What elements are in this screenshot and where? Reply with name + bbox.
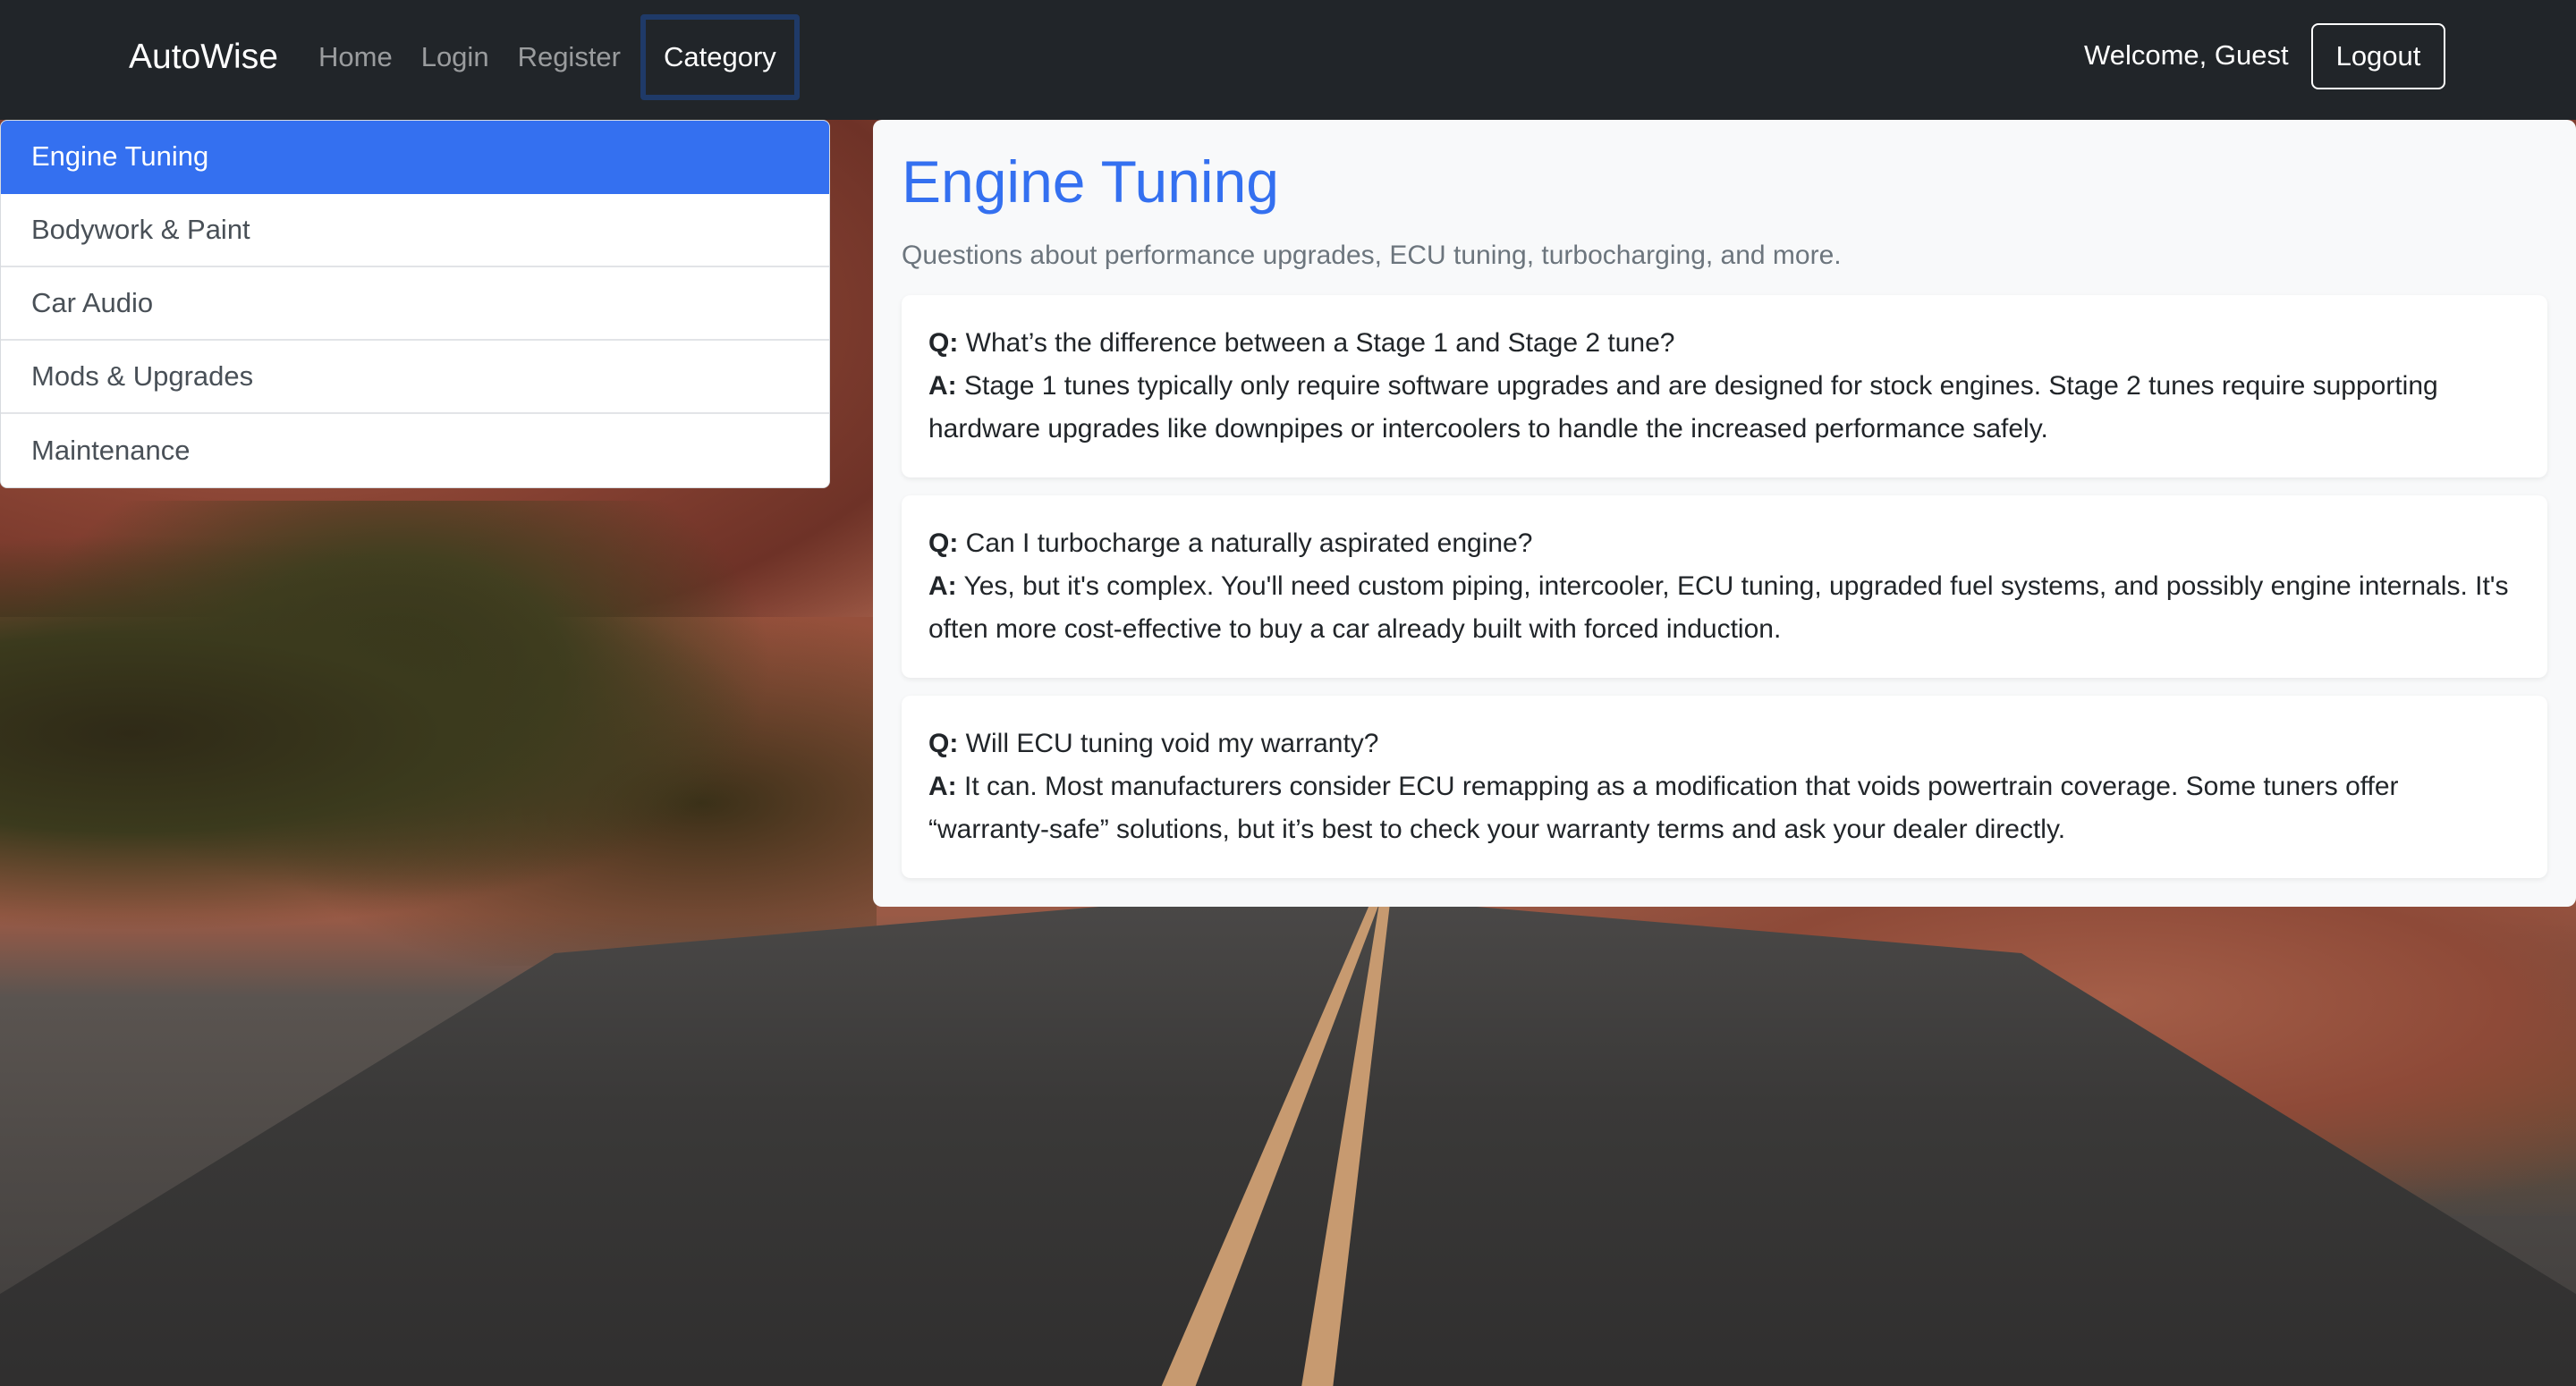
nav-link-home[interactable]: Home [304, 14, 407, 100]
answer-prefix: A: [928, 371, 957, 401]
question-text: Can I turbocharge a naturally aspirated … [965, 528, 1533, 558]
nav-links: Home Login Register Category [304, 14, 800, 100]
question-text: Will ECU tuning void my warranty? [965, 729, 1379, 758]
welcome-text: Welcome, Guest [2084, 39, 2289, 71]
sidebar-item-bodywork-paint[interactable]: Bodywork & Paint [1, 194, 829, 267]
faq-card: Q: Can I turbocharge a naturally aspirat… [902, 495, 2547, 678]
faq-answer: A: Stage 1 tunes typically only require … [928, 365, 2521, 451]
page-subtitle: Questions about performance upgrades, EC… [902, 241, 1842, 270]
answer-text: It can. Most manufacturers consider ECU … [928, 772, 2399, 844]
answer-prefix: A: [928, 772, 957, 801]
sidebar-item-car-audio[interactable]: Car Audio [1, 267, 829, 341]
answer-text: Stage 1 tunes typically only require sof… [928, 371, 2438, 444]
question-text: What’s the difference between a Stage 1 … [965, 328, 1675, 358]
question-prefix: Q: [928, 729, 959, 758]
faq-answer: A: Yes, but it's complex. You'll need cu… [928, 565, 2521, 651]
nav-link-login[interactable]: Login [407, 14, 504, 100]
faq-question: Q: What’s the difference between a Stage… [928, 322, 2521, 365]
logout-button[interactable]: Logout [2311, 23, 2445, 89]
faq-answer: A: It can. Most manufacturers consider E… [928, 765, 2521, 851]
answer-prefix: A: [928, 571, 957, 601]
category-content-panel: Engine Tuning Questions about performanc… [873, 120, 2576, 907]
background-desert-bushes [0, 501, 877, 966]
faq-card: Q: What’s the difference between a Stage… [902, 295, 2547, 477]
sidebar-item-maintenance[interactable]: Maintenance [1, 414, 829, 487]
sidebar-item-mods-upgrades[interactable]: Mods & Upgrades [1, 341, 829, 414]
faq-question: Q: Will ECU tuning void my warranty? [928, 723, 2521, 765]
question-prefix: Q: [928, 328, 959, 358]
answer-text: Yes, but it's complex. You'll need custo… [928, 571, 2509, 644]
faq-question: Q: Can I turbocharge a naturally aspirat… [928, 522, 2521, 565]
nav-link-category[interactable]: Category [640, 14, 800, 100]
brand-logo[interactable]: AutoWise [129, 33, 278, 81]
sidebar-item-engine-tuning[interactable]: Engine Tuning [1, 121, 829, 194]
nav-link-register[interactable]: Register [504, 14, 635, 100]
category-sidebar: Engine Tuning Bodywork & Paint Car Audio… [0, 120, 830, 488]
question-prefix: Q: [928, 528, 959, 558]
faq-card: Q: Will ECU tuning void my warranty? A: … [902, 696, 2547, 878]
page-title: Engine Tuning [902, 148, 1280, 215]
top-navbar: AutoWise Home Login Register Category We… [0, 0, 2576, 120]
faq-list: Q: What’s the difference between a Stage… [902, 295, 2547, 878]
